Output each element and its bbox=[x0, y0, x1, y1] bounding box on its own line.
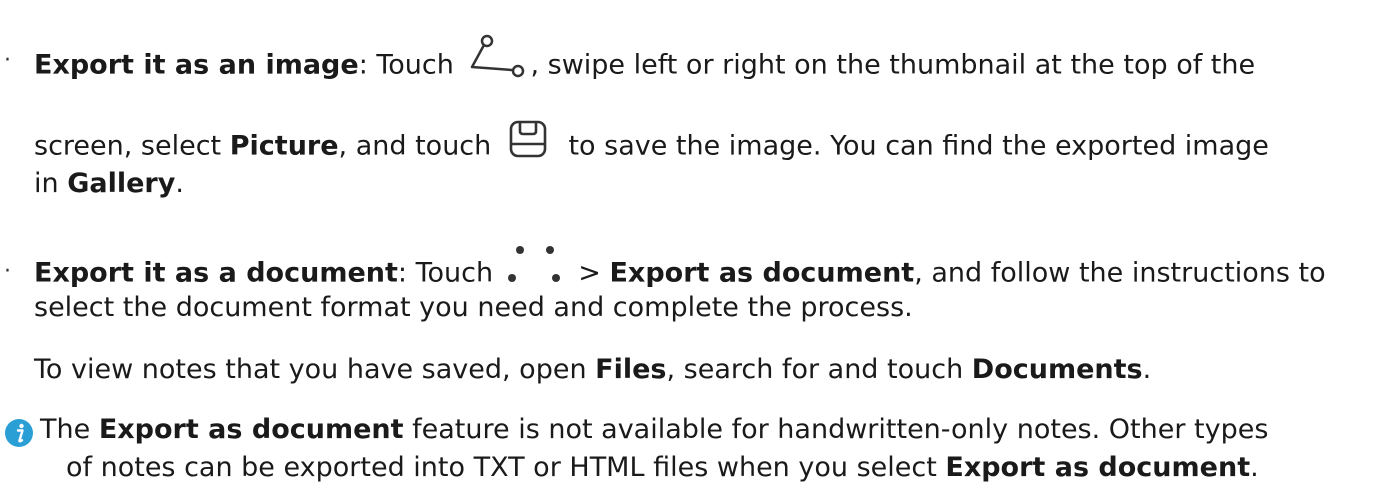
item2-text: , search for and touch bbox=[666, 354, 972, 385]
note-text: The bbox=[40, 414, 99, 445]
item1-text: to save the image. You can find the expo… bbox=[559, 130, 1269, 162]
item1-text: screen, select bbox=[34, 130, 230, 162]
gallery-label: Gallery bbox=[67, 168, 176, 199]
item1-text: . bbox=[175, 168, 184, 199]
item2-line1: Export it as a document: Touch > Export … bbox=[34, 246, 1326, 294]
save-icon bbox=[508, 119, 548, 159]
picture-label: Picture bbox=[229, 130, 339, 162]
item2-line2: select the document format you need and … bbox=[34, 290, 913, 326]
note-text: feature is not available for handwritten… bbox=[403, 414, 1269, 445]
export-as-document-label: Export as document bbox=[609, 257, 915, 289]
item1-title: Export it as an image bbox=[34, 49, 359, 81]
item2-title: Export it as a document bbox=[34, 257, 398, 289]
item2-text: select the document format you need and … bbox=[34, 292, 913, 323]
share-icon bbox=[464, 33, 528, 79]
item2-line3: To view notes that you have saved, open … bbox=[34, 352, 1151, 388]
export-as-document-label: Export as document bbox=[98, 414, 404, 445]
documents-label: Documents bbox=[971, 354, 1143, 385]
more-icon bbox=[506, 244, 564, 284]
bullet-marker: · bbox=[4, 259, 11, 284]
note-line2: of notes can be exported into TXT or HTM… bbox=[66, 450, 1259, 486]
item1-text: : Touch bbox=[358, 49, 463, 81]
item2-text: . bbox=[1142, 354, 1152, 385]
item2-text: To view notes that you have saved, open bbox=[34, 354, 596, 385]
item2-text: , and follow the instructions to bbox=[914, 257, 1326, 289]
note-line1: The Export as document feature is not av… bbox=[40, 412, 1268, 448]
files-label: Files bbox=[595, 354, 667, 385]
item1-line1: Export it as an image: Touch , swipe lef… bbox=[34, 34, 1256, 89]
item1-line2: screen, select Picture, and touch to sav… bbox=[34, 120, 1269, 167]
export-as-document-label: Export as document bbox=[945, 452, 1251, 483]
item2-text: > bbox=[569, 257, 610, 289]
item1-text: , swipe left or right on the thumbnail a… bbox=[530, 49, 1256, 81]
note-text: . bbox=[1250, 452, 1259, 483]
item1-text: in bbox=[34, 168, 68, 199]
bullet-marker: · bbox=[4, 48, 11, 73]
item1-line3: in Gallery. bbox=[34, 166, 184, 202]
item2-text: : Touch bbox=[397, 257, 502, 289]
info-icon bbox=[4, 418, 34, 448]
item1-text: , and touch bbox=[338, 130, 500, 162]
note-text: of notes can be exported into TXT or HTM… bbox=[66, 452, 946, 483]
